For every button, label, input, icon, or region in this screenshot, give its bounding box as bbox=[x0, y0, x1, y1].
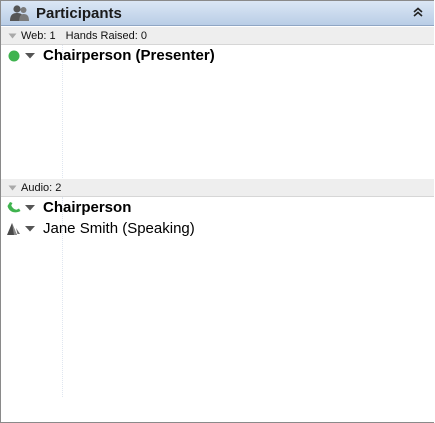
audio-count-label: Audio: 2 bbox=[21, 181, 62, 194]
collapse-triangle-icon[interactable] bbox=[7, 31, 17, 41]
collapse-triangle-icon[interactable] bbox=[7, 183, 17, 193]
hands-raised-label: Hands Raised: 0 bbox=[65, 29, 147, 42]
list-item[interactable]: Chairperson (Presenter) bbox=[1, 45, 434, 66]
panel-title: Participants bbox=[36, 4, 122, 22]
chevron-down-icon[interactable] bbox=[24, 51, 36, 61]
list-item[interactable]: Jane Smith (Speaking) bbox=[1, 218, 434, 239]
participant-name: Chairperson (Presenter) bbox=[43, 47, 215, 64]
audio-participant-list: Chairperson Jane Smith (Speaking) bbox=[1, 197, 434, 397]
chevron-down-icon[interactable] bbox=[24, 224, 36, 234]
speaking-icon bbox=[6, 221, 22, 237]
phone-icon bbox=[6, 200, 22, 216]
participant-name: Jane Smith (Speaking) bbox=[43, 220, 195, 237]
participants-panel: Participants Web: 1 Hands Raised: 0 Chai… bbox=[0, 0, 434, 423]
double-chevron-up-icon[interactable] bbox=[410, 4, 426, 20]
panel-titlebar: Participants bbox=[1, 1, 434, 26]
web-participant-list: Chairperson (Presenter) bbox=[1, 45, 434, 178]
chevron-down-icon[interactable] bbox=[24, 203, 36, 213]
participant-name: Chairperson bbox=[43, 199, 132, 216]
green-dot-icon bbox=[6, 48, 22, 64]
web-count-label: Web: 1 bbox=[21, 29, 56, 42]
web-section-header[interactable]: Web: 1 Hands Raised: 0 bbox=[1, 26, 434, 45]
list-item[interactable]: Chairperson bbox=[1, 197, 434, 218]
participants-icon bbox=[7, 3, 33, 23]
audio-section-header[interactable]: Audio: 2 bbox=[1, 178, 434, 197]
